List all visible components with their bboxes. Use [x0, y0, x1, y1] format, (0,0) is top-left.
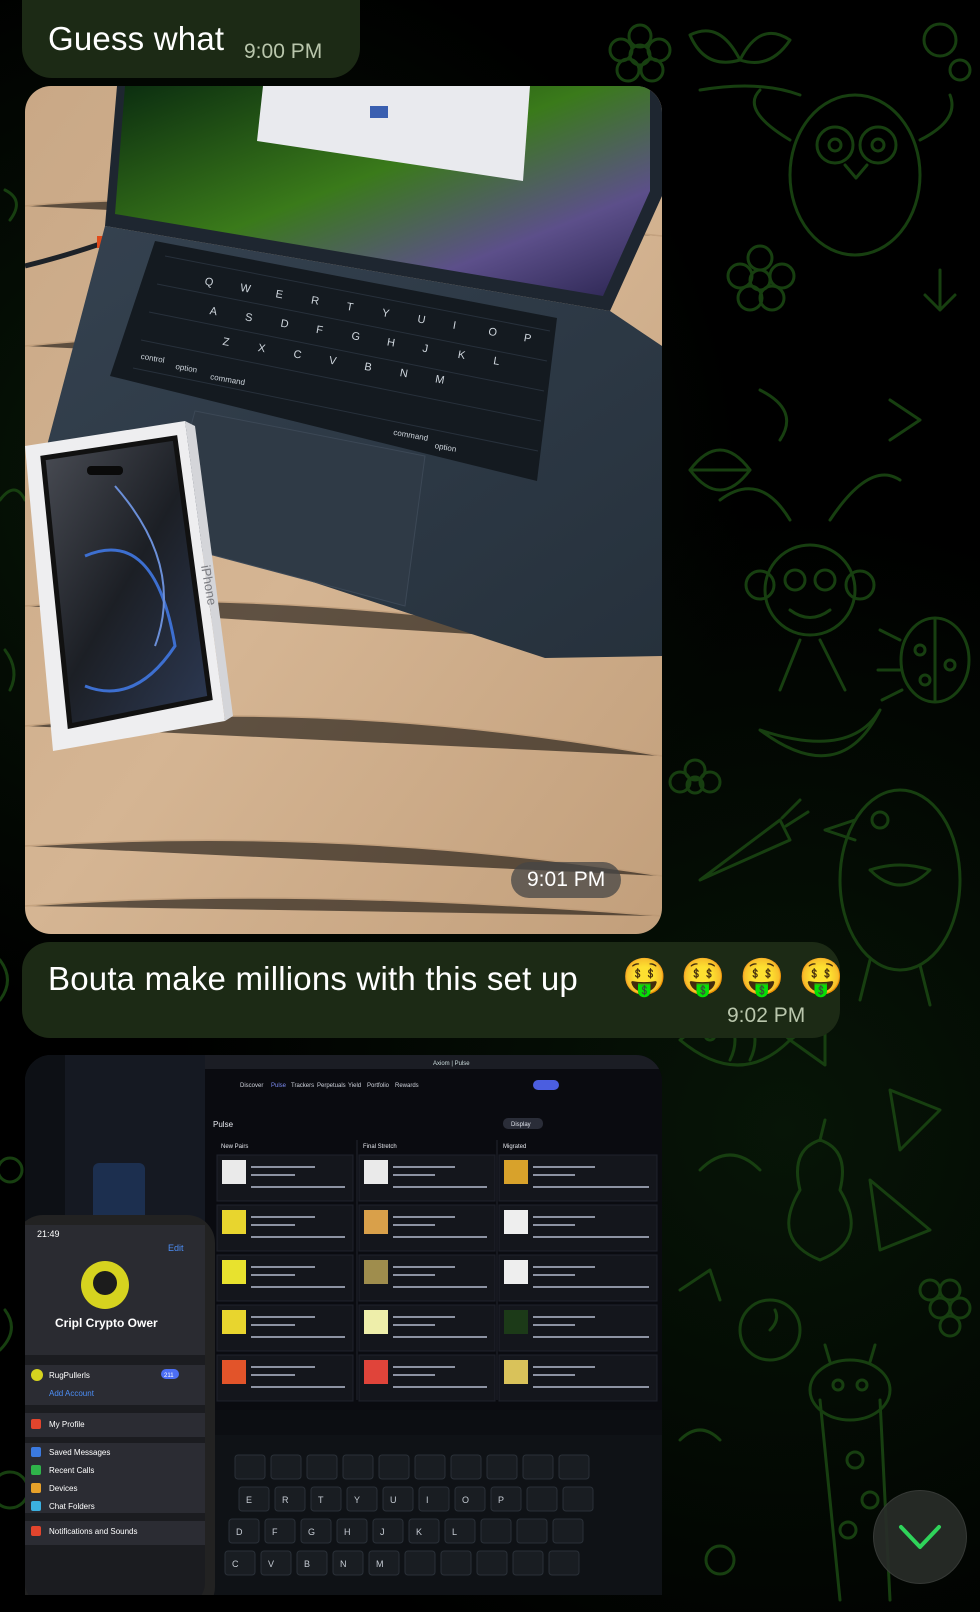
- photo-message-laptop[interactable]: QWE RTY UIO P ASD FGH JKL ZXC VBN M cont…: [25, 86, 662, 934]
- nav-discover: Discover: [240, 1083, 263, 1089]
- message-bubble-incoming[interactable]: Guess what 9:00 PM: [22, 0, 360, 78]
- phone-menu-saved-messages: Saved Messages: [49, 1448, 110, 1457]
- svg-text:R: R: [282, 1495, 289, 1505]
- column-final-stretch: Final Stretch: [363, 1144, 397, 1150]
- nav-perpetuals: Perpetuals: [317, 1083, 346, 1089]
- phone-menu-devices: Devices: [49, 1484, 77, 1493]
- token-rows: [216, 1154, 658, 1402]
- nav-trackers: Trackers: [291, 1083, 314, 1089]
- chevron-down-icon: [899, 1525, 941, 1549]
- column-migrated: Migrated: [503, 1144, 526, 1150]
- nav-portfolio: Portfolio: [367, 1083, 390, 1089]
- section-title: Pulse: [213, 1120, 234, 1129]
- nav-yield: Yield: [348, 1083, 361, 1089]
- svg-text:V: V: [268, 1559, 274, 1569]
- svg-text:N: N: [340, 1559, 347, 1569]
- setup-photo: Axiom | Pulse Discover Pulse Trackers Pe…: [25, 1055, 662, 1595]
- phone-menu-my-profile: My Profile: [49, 1420, 85, 1429]
- svg-text:O: O: [462, 1495, 469, 1505]
- phone-menu-chat-folders: Chat Folders: [49, 1502, 95, 1511]
- message-time: 9:00 PM: [244, 40, 323, 63]
- phone-time: 21:49: [37, 1229, 60, 1239]
- giraffe-doodle: [808, 1343, 892, 1602]
- message-text: Bouta make millions with this set up: [48, 960, 578, 997]
- svg-text:E: E: [246, 1495, 252, 1505]
- svg-text:U: U: [390, 1495, 397, 1505]
- message-time: 9:02 PM: [727, 1004, 806, 1027]
- svg-text:I: I: [426, 1495, 429, 1505]
- svg-text:K: K: [416, 1527, 422, 1537]
- svg-text:Y: Y: [354, 1495, 360, 1505]
- phone-menu-notifications: Notifications and Sounds: [49, 1527, 138, 1536]
- svg-text:L: L: [452, 1527, 457, 1537]
- phone-menu-recent-calls: Recent Calls: [49, 1466, 94, 1475]
- laptop-photo: QWE RTY U IO P ASD FGH JKL ZXC VBN M cont…: [25, 86, 662, 934]
- svg-text:H: H: [344, 1527, 351, 1537]
- phone-profile-name: Cripl Crypto Ower: [55, 1316, 158, 1330]
- phone-add-account: Add Account: [49, 1389, 95, 1398]
- nav-rewards: Rewards: [395, 1083, 419, 1089]
- message-text: Guess what: [48, 20, 225, 57]
- svg-text:D: D: [236, 1527, 243, 1537]
- owl-doodle: [752, 88, 954, 257]
- emoji-money-mouth: 🤑 🤑 🤑 🤑: [622, 956, 846, 997]
- svg-text:T: T: [318, 1495, 324, 1505]
- message-bubble-incoming[interactable]: Bouta make millions with this set up 🤑 🤑…: [22, 942, 843, 1038]
- column-new-pairs: New Pairs: [221, 1144, 248, 1150]
- monkey-doodle: [718, 473, 902, 692]
- svg-text:G: G: [308, 1527, 315, 1537]
- photo-message-setup[interactable]: Axiom | Pulse Discover Pulse Trackers Pe…: [25, 1055, 662, 1595]
- scroll-to-bottom-button[interactable]: [873, 1490, 967, 1584]
- beetle-doodle: [876, 616, 971, 704]
- browser-title: Axiom | Pulse: [433, 1061, 470, 1067]
- phone-edit-button: Edit: [168, 1243, 184, 1253]
- svg-text:J: J: [380, 1527, 385, 1537]
- display-button: Display: [511, 1122, 531, 1128]
- svg-text:P: P: [498, 1495, 504, 1505]
- phone-account-name: RugPullerls: [49, 1371, 90, 1380]
- svg-text:F: F: [272, 1527, 278, 1537]
- svg-text:M: M: [376, 1559, 384, 1569]
- nav-pulse: Pulse: [271, 1083, 287, 1089]
- svg-text:B: B: [304, 1559, 310, 1569]
- svg-text:C: C: [232, 1559, 239, 1569]
- phone-badge: 211: [164, 1373, 174, 1379]
- photo-time: 9:01 PM: [511, 862, 622, 898]
